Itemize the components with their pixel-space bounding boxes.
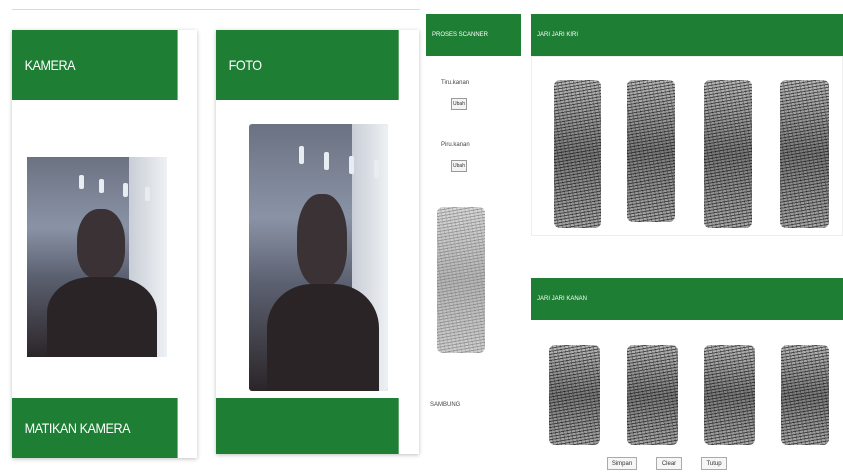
matikan-kamera-button[interactable]: MATIKAN KAMERA — [12, 398, 178, 458]
right-finger-1-print — [549, 345, 600, 445]
tutup-button[interactable]: Tutup — [701, 457, 727, 470]
right-finger-3-print — [704, 345, 755, 445]
top-divider — [12, 9, 420, 10]
foto-header: FOTO — [216, 30, 399, 100]
simpan-button[interactable]: Simpan — [607, 457, 637, 470]
scanned-fingerprint-preview — [437, 207, 485, 353]
left-finger-1-print — [554, 80, 601, 228]
left-finger-4-print — [780, 80, 829, 228]
scanner-status: SAMBUNG — [430, 402, 461, 408]
clear-button[interactable]: Clear — [656, 457, 682, 470]
scanner-field2-label: Piru.kanan — [441, 142, 470, 148]
scanner-field1-label: Tiru.kanan — [441, 80, 470, 86]
captured-photo — [249, 124, 388, 391]
left-finger-2-print — [627, 80, 675, 222]
camera-live-feed — [27, 157, 167, 357]
scanner-header: PROSES SCANNER — [426, 14, 521, 56]
right-finger-4-print — [781, 345, 829, 445]
scanner-field1-button[interactable]: Ubah — [451, 98, 467, 110]
scanner-field2-button[interactable]: Ubah — [451, 160, 467, 172]
kamera-header: KAMERA — [12, 30, 178, 100]
right-finger-2-print — [627, 345, 678, 445]
tangan-kanan-header: JARI JARI KANAN — [531, 278, 843, 320]
tangan-kiri-header: JARI JARI KIRI — [531, 14, 843, 56]
left-finger-3-print — [704, 80, 752, 228]
foto-action-button[interactable] — [216, 398, 399, 454]
